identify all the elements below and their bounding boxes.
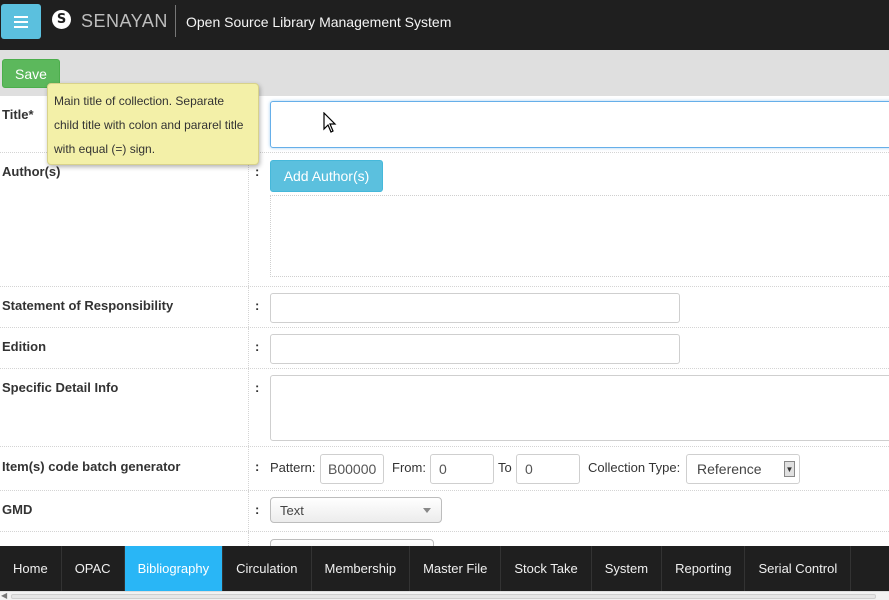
dropdown-arrow-icon: ▼ <box>784 461 795 477</box>
edition-row: Edition : <box>0 328 889 369</box>
collection-type-value: Reference <box>697 461 762 477</box>
horizontal-scrollbar[interactable]: ◀ <box>0 591 889 600</box>
statement-colon: : <box>255 298 260 313</box>
batch-generator-row: Item(s) code batch generator : Pattern: … <box>0 447 889 491</box>
nav-item-system[interactable]: System <box>592 546 663 591</box>
collection-type-select[interactable]: Reference ▼ <box>686 454 800 484</box>
nav-item-membership[interactable]: Membership <box>312 546 411 591</box>
statement-label: Statement of Responsibility <box>2 298 174 313</box>
hamburger-icon <box>14 15 28 28</box>
authors-colon: : <box>255 164 260 179</box>
nav-item-master-file[interactable]: Master File <box>410 546 502 591</box>
top-header: S SENAYAN Open Source Library Management… <box>0 0 889 50</box>
edition-label: Edition <box>2 339 47 354</box>
nav-item-stock-take[interactable]: Stock Take <box>501 546 592 591</box>
scroll-left-icon[interactable]: ◀ <box>1 592 7 600</box>
from-label: From: <box>392 460 426 475</box>
senayan-logo-icon: S <box>52 10 71 29</box>
pattern-input[interactable]: B00000 <box>320 454 384 484</box>
nav-item-serial-control[interactable]: Serial Control <box>745 546 852 591</box>
nav-item-circulation[interactable]: Circulation <box>223 546 312 591</box>
edition-input[interactable] <box>270 334 680 364</box>
authors-row: Author(s) : Add Author(s) <box>0 153 889 287</box>
gmd-select[interactable]: Text <box>270 497 442 523</box>
app-title: Open Source Library Management System <box>186 14 452 30</box>
specific-detail-label: Specific Detail Info <box>2 380 119 395</box>
next-row-partial <box>0 532 889 546</box>
gmd-label: GMD <box>2 502 33 517</box>
statement-input[interactable] <box>270 293 680 323</box>
row-separator <box>248 532 249 546</box>
brand-name: SENAYAN <box>81 11 168 31</box>
nav-item-opac[interactable]: OPAC <box>62 546 125 591</box>
gmd-value: Text <box>280 502 304 518</box>
author-list <box>270 195 889 277</box>
add-authors-button[interactable]: Add Author(s) <box>270 160 383 192</box>
header-divider <box>175 5 176 37</box>
specific-detail-colon: : <box>255 380 260 395</box>
collection-type-label: Collection Type: <box>588 460 681 475</box>
next-field-select[interactable] <box>270 539 434 546</box>
title-label: Title* <box>2 107 34 122</box>
to-label: To <box>498 460 512 475</box>
title-input[interactable] <box>270 101 889 148</box>
batch-generator-label: Item(s) code batch generator <box>2 459 181 474</box>
to-input[interactable]: 0 <box>516 454 580 484</box>
gmd-row: GMD : Text <box>0 491 889 532</box>
statement-row: Statement of Responsibility : <box>0 287 889 328</box>
authors-label: Author(s) <box>2 164 61 179</box>
row-separator <box>248 447 249 490</box>
row-separator <box>248 369 249 446</box>
pattern-label: Pattern: <box>270 460 316 475</box>
gmd-colon: : <box>255 502 260 517</box>
scrollbar-thumb[interactable] <box>11 594 876 599</box>
row-separator <box>248 287 249 327</box>
row-separator <box>248 491 249 531</box>
from-input[interactable]: 0 <box>430 454 494 484</box>
row-separator <box>248 328 249 368</box>
edition-colon: : <box>255 339 260 354</box>
nav-item-bibliography[interactable]: Bibliography <box>124 546 224 591</box>
title-help-tooltip: Main title of collection. Separate child… <box>47 83 259 165</box>
nav-item-home[interactable]: Home <box>0 546 62 591</box>
mouse-cursor-icon <box>323 112 337 133</box>
chevron-down-icon <box>423 508 431 513</box>
batch-generator-colon: : <box>255 459 260 474</box>
specific-detail-textarea[interactable] <box>270 375 889 441</box>
specific-detail-row: Specific Detail Info : <box>0 369 889 447</box>
bottom-navigation: Home OPAC Bibliography Circulation Membershi… <box>0 546 889 591</box>
menu-toggle-button[interactable] <box>1 4 41 39</box>
nav-item-reporting[interactable]: Reporting <box>662 546 746 591</box>
row-separator <box>248 153 249 286</box>
